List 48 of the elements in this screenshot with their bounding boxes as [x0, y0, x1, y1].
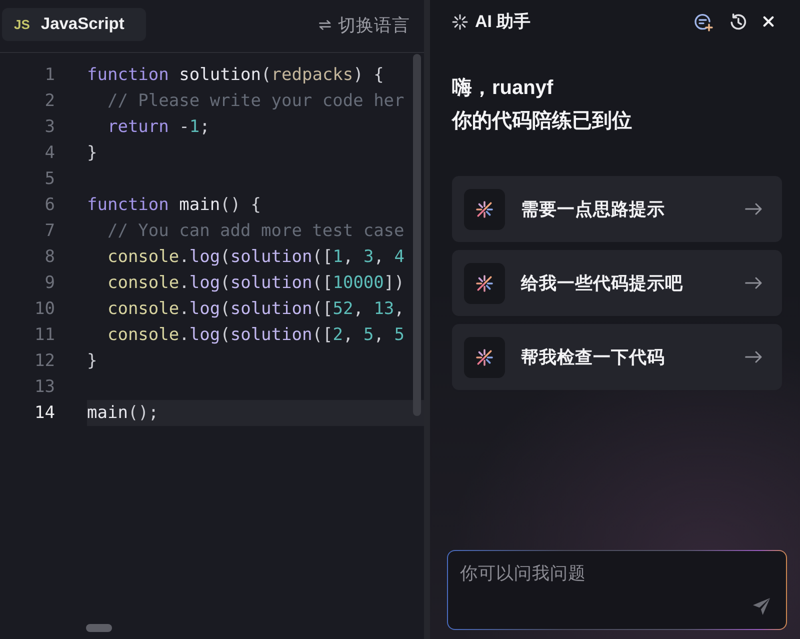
line-number: 11: [34, 324, 55, 347]
language-tab[interactable]: JS JavaScript: [2, 8, 146, 41]
code-line: function main() {: [87, 194, 262, 217]
line-number: 1: [44, 64, 55, 87]
greeting-subtitle: 你的代码陪练已到位: [452, 109, 632, 134]
sparkle-icon: [452, 14, 468, 30]
greeting: 嗨，ruanyf: [452, 76, 554, 101]
arrow-right-icon: [745, 203, 762, 215]
code-line: }: [87, 350, 98, 373]
code-line: console.log(solution([10000]): [106, 272, 404, 295]
line-number: 7: [44, 220, 55, 243]
swap-icon: [319, 20, 331, 30]
line-number: 14: [34, 402, 55, 425]
sparkle-icon: [464, 336, 505, 378]
scrollbar-thumb[interactable]: [86, 624, 112, 632]
sparkle-icon: [464, 262, 505, 304]
line-number: 4: [44, 142, 55, 165]
scrollbar-thumb[interactable]: [413, 54, 421, 416]
code-line: function solution(redpacks) {: [87, 64, 384, 87]
code-line: // Please write your code her: [106, 90, 404, 113]
arrow-right-icon: [745, 277, 762, 289]
sparkle-icon: [464, 188, 505, 230]
line-number: 6: [44, 194, 55, 217]
suggestion-button[interactable]: 给我一些代码提示吧: [452, 250, 782, 316]
line-number: 8: [44, 246, 55, 269]
code-line: }: [87, 142, 98, 165]
line-number: 3: [44, 116, 55, 139]
line-number: 5: [44, 168, 55, 191]
assistant-title: AI 助手: [475, 11, 531, 33]
arrow-right-icon: [745, 351, 762, 363]
line-number: 12: [34, 350, 55, 373]
switch-language-button[interactable]: 切换语言: [319, 8, 410, 41]
send-icon[interactable]: [752, 597, 771, 616]
code-line: console.log(solution([1, 3, 4: [106, 246, 404, 269]
code-line: console.log(solution([2, 5, 5: [106, 324, 404, 347]
chat-plus-icon[interactable]: [693, 12, 713, 32]
line-number: 9: [44, 272, 55, 295]
line-number: 2: [44, 90, 55, 113]
history-icon[interactable]: [728, 12, 748, 32]
suggestion-button[interactable]: 需要一点思路提示: [452, 176, 782, 242]
code-line: console.log(solution([52, 13,: [106, 298, 404, 321]
line-number: 10: [34, 298, 55, 321]
code-line: return -1;: [106, 116, 210, 139]
code-line: // You can add more test case: [106, 220, 404, 243]
line-number: 13: [34, 376, 55, 399]
close-icon[interactable]: [763, 16, 774, 27]
chat-input[interactable]: 你可以问我问题: [447, 550, 787, 630]
suggestion-button[interactable]: 帮我检查一下代码: [452, 324, 782, 390]
